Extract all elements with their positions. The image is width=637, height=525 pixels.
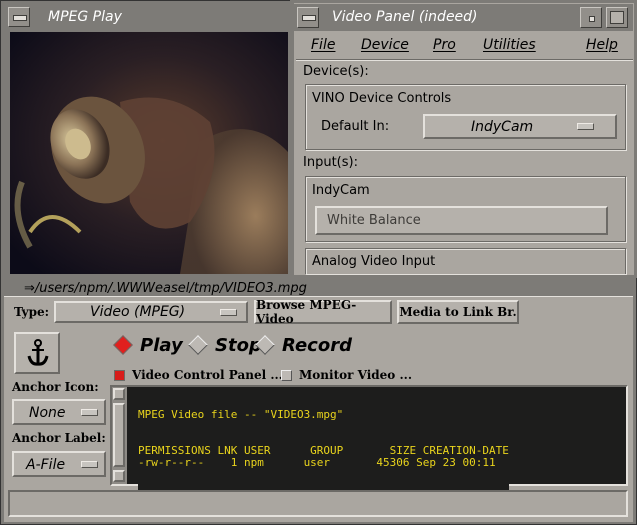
record-label: Record	[282, 334, 352, 356]
window-menu-button[interactable]	[8, 7, 30, 27]
mpeg-titlebar[interactable]: MPEG Play	[4, 4, 286, 30]
minimize-icon	[589, 16, 595, 22]
window-menu-icon	[13, 15, 27, 21]
white-balance-button[interactable]: White Balance	[315, 206, 608, 235]
info-text-frame: MPEG Video file -- "VIDEO3.mpg" PERMISSIO…	[110, 385, 628, 493]
menu-utilities[interactable]: Utilities	[483, 37, 536, 53]
info-line	[138, 421, 509, 433]
vino-group-title: VINO Device Controls	[312, 91, 452, 106]
scroll-up-arrow-icon[interactable]	[113, 388, 125, 400]
browse-mpeg-video-label: Browse MPEG-Video	[256, 298, 357, 326]
monitor-video-checkbox[interactable]: Monitor Video ...	[281, 368, 412, 382]
anchor-icon-button[interactable]	[14, 332, 60, 374]
video-display	[10, 32, 288, 274]
monitor-video-label: Monitor Video ...	[299, 368, 413, 382]
anchor-icon-option-menu[interactable]: None	[12, 399, 106, 425]
stop-radio[interactable]: Stop	[188, 334, 262, 356]
menubar: File Device Pro Utilities Help	[296, 33, 633, 60]
window-menu-icon	[302, 15, 316, 21]
anchor-icon	[27, 339, 49, 366]
scroll-thumb[interactable]	[113, 403, 125, 467]
info-text: MPEG Video file -- "VIDEO3.mpg" PERMISSIO…	[138, 397, 509, 493]
type-option-menu[interactable]: Video (MPEG)	[54, 301, 248, 323]
media-to-link-label: Media to Link Br.	[399, 305, 517, 319]
checkbox-unchecked-icon	[281, 369, 292, 381]
minimize-button[interactable]	[580, 7, 602, 28]
radio-unselected-icon	[255, 335, 275, 355]
video-control-panel-checkbox[interactable]: Video Control Panel ...	[114, 368, 283, 382]
scrollbar[interactable]	[112, 387, 127, 484]
option-indicator-icon	[220, 309, 237, 316]
scroll-down-arrow-icon[interactable]	[113, 470, 125, 482]
play-label: Play	[140, 334, 183, 356]
play-radio[interactable]: Play	[113, 334, 183, 356]
menu-device[interactable]: Device	[361, 37, 409, 53]
default-in-option-menu[interactable]: IndyCam	[423, 114, 617, 139]
maximize-icon	[610, 11, 624, 24]
indycam-group-title: IndyCam	[312, 183, 370, 198]
maximize-button[interactable]	[606, 7, 628, 28]
media-to-link-button[interactable]: Media to Link Br.	[397, 300, 519, 324]
record-radio[interactable]: Record	[255, 334, 352, 356]
type-option-value: Video (MPEG)	[90, 304, 186, 320]
inputs-label: Input(s):	[303, 155, 358, 170]
video-control-panel-label: Video Control Panel ...	[132, 368, 283, 382]
option-indicator-icon	[81, 461, 98, 468]
window-menu-button[interactable]	[297, 7, 319, 28]
video-frame-image	[10, 32, 288, 274]
option-indicator-icon	[577, 123, 594, 130]
menu-pro[interactable]: Pro	[433, 37, 456, 53]
info-line: -rw-r--r-- 1 npm user 45306 Sep 23 00:11	[138, 456, 496, 469]
info-line: MPEG Video file -- "VIDEO3.mpg"	[138, 408, 344, 421]
mpeg-window-title: MPEG Play	[48, 9, 122, 25]
file-path: ⇒/users/npm/.WWWeasel/tmp/VIDEO3.mpg	[24, 281, 307, 296]
checkbox-checked-icon	[114, 369, 125, 381]
video-panel-title: Video Panel (indeed)	[332, 9, 478, 25]
anchor-icon-label: Anchor Icon:	[12, 380, 99, 394]
radio-selected-icon	[113, 335, 133, 355]
anchor-label-label: Anchor Label:	[12, 431, 106, 445]
anchor-label-value: A-File	[26, 457, 66, 473]
status-bar	[8, 490, 628, 517]
option-indicator-icon	[81, 409, 98, 416]
menu-help[interactable]: Help	[586, 37, 618, 53]
anchor-label-option-menu[interactable]: A-File	[12, 451, 106, 477]
video-panel-titlebar[interactable]: Video Panel (indeed)	[294, 4, 633, 31]
white-balance-label: White Balance	[327, 213, 421, 228]
browse-mpeg-video-button[interactable]: Browse MPEG-Video	[254, 298, 392, 326]
default-in-label: Default In:	[321, 119, 390, 134]
anchor-icon-value: None	[29, 405, 66, 421]
default-in-value: IndyCam	[471, 119, 534, 135]
devices-label: Device(s):	[303, 64, 369, 79]
analog-group-title: Analog Video Input	[312, 254, 436, 269]
radio-unselected-icon	[188, 335, 208, 355]
menu-file[interactable]: File	[311, 37, 335, 53]
type-label: Type:	[14, 305, 50, 319]
